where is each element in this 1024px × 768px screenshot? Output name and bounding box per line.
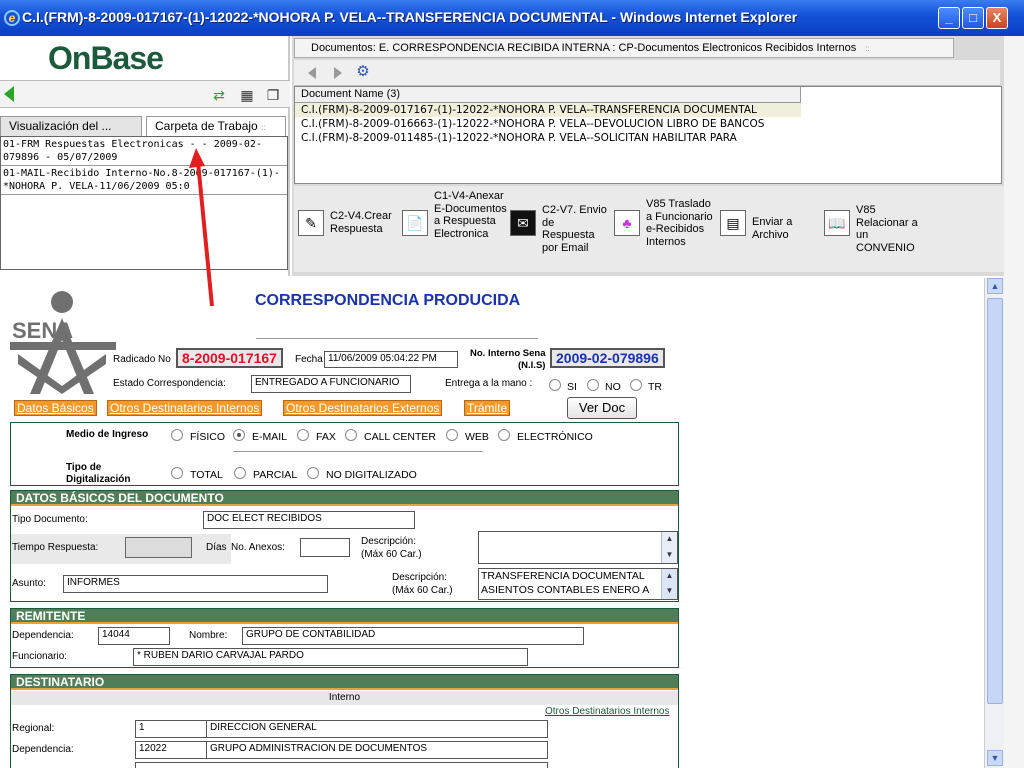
browser-window: e C.I.(FRM)-8-2009-017167-(1)-12022-*NOH… [0,0,1024,768]
annotation-arrow [189,148,214,307]
